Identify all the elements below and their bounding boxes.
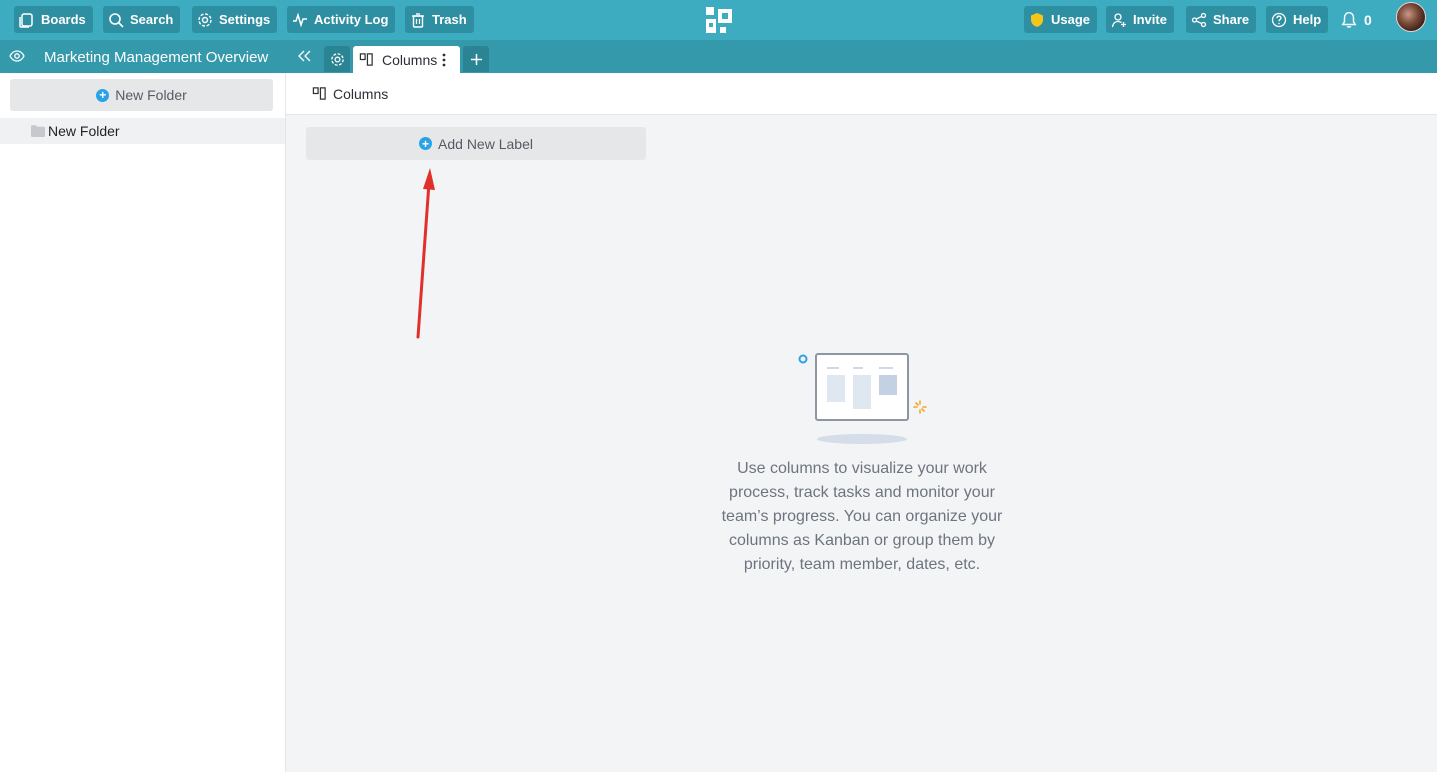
boards-button[interactable]: Boards	[14, 6, 93, 33]
view-title: Columns	[333, 85, 389, 102]
view-header: Columns	[286, 73, 1437, 115]
tab-columns[interactable]: Columns	[353, 46, 460, 73]
plus-icon	[470, 53, 482, 65]
top-navigation-bar: Boards Search Settings Activity Log Tras…	[0, 0, 1437, 40]
new-folder-button-label: New Folder	[115, 87, 187, 103]
settings-label: Settings	[219, 12, 271, 27]
trash-label: Trash	[432, 12, 467, 27]
eye-icon[interactable]	[9, 49, 25, 63]
activity-icon	[293, 12, 307, 27]
plus-circle-icon: +	[419, 137, 433, 150]
notifications-button[interactable]: 0	[1340, 6, 1372, 33]
usage-button[interactable]: Usage	[1024, 6, 1098, 33]
share-icon	[1191, 12, 1207, 27]
collapse-sidebar-icon[interactable]	[297, 49, 313, 63]
trash-button[interactable]: Trash	[405, 6, 474, 33]
user-avatar[interactable]	[1396, 2, 1426, 32]
folder-icon	[31, 125, 45, 137]
columns-icon	[359, 53, 373, 66]
help-button[interactable]: Help	[1266, 6, 1329, 33]
shield-icon	[1031, 12, 1043, 27]
empty-state-description: Use columns to visualize your work proce…	[721, 460, 1003, 573]
columns-icon	[312, 87, 326, 100]
more-vertical-icon[interactable]	[442, 53, 446, 67]
search-label: Search	[130, 12, 174, 27]
empty-state-illustration	[798, 353, 927, 444]
sidebar-folder-item[interactable]: New Folder	[0, 118, 285, 144]
board-settings-button[interactable]	[324, 46, 350, 72]
help-label: Help	[1293, 12, 1322, 27]
boards-icon	[19, 12, 33, 28]
trash-icon	[412, 12, 424, 28]
plus-circle-icon: +	[96, 88, 110, 102]
folder-label: New Folder	[48, 123, 120, 139]
add-user-icon	[1111, 12, 1126, 27]
invite-label: Invite	[1133, 12, 1167, 27]
board-title: Marketing Management Overview	[44, 49, 269, 66]
sidebar: + New Folder New Folder	[0, 73, 286, 772]
new-folder-button[interactable]: + New Folder	[10, 79, 273, 111]
activity-log-label: Activity Log	[314, 12, 389, 27]
share-label: Share	[1213, 12, 1250, 27]
activity-log-button[interactable]: Activity Log	[287, 6, 396, 33]
usage-label: Usage	[1051, 12, 1091, 27]
notifications-count: 0	[1364, 11, 1372, 28]
add-view-button[interactable]	[463, 46, 489, 72]
bell-icon	[1341, 11, 1357, 28]
gear-icon	[330, 52, 344, 66]
settings-button[interactable]: Settings	[192, 6, 278, 33]
help-icon	[1271, 12, 1287, 27]
add-new-label-button[interactable]: + Add New Label	[306, 127, 646, 160]
app-logo-icon[interactable]	[704, 5, 734, 35]
search-icon	[109, 12, 124, 28]
search-button[interactable]: Search	[103, 6, 181, 33]
boards-label: Boards	[41, 12, 86, 27]
add-new-label-text: Add New Label	[438, 135, 533, 152]
invite-button[interactable]: Invite	[1106, 6, 1174, 33]
gear-icon	[198, 12, 212, 27]
share-button[interactable]: Share	[1186, 6, 1257, 33]
tab-label: Columns	[382, 51, 438, 68]
board-tabs-bar: Marketing Management Overview Columns	[0, 40, 1437, 73]
annotation-arrow-icon	[416, 168, 435, 339]
